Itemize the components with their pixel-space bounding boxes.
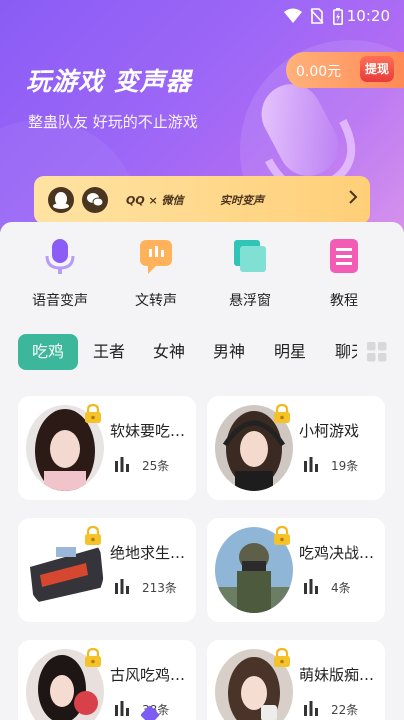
voice-pack-card[interactable]: 吃鸡决战… 4条 (207, 518, 385, 622)
card-title: 萌妹版痴… (299, 666, 375, 684)
menu-item-voice-change[interactable]: 语音变声 (15, 236, 105, 310)
lock-icon (85, 648, 101, 667)
realtime-voice-banner[interactable]: QQ × 微信 实时变声 (34, 176, 370, 224)
hero-banner: 10:20 玩游戏 变声器 整蛊队友 好玩的不止游戏 0.00元 提现 QQ ×… (0, 0, 404, 232)
card-title: 吃鸡决战… (299, 544, 375, 562)
menu-label: 文转声 (135, 293, 177, 309)
tab-chiji[interactable]: 吃鸡 (18, 334, 78, 370)
clock: 10:20 (346, 7, 390, 25)
battery-icon (333, 8, 343, 25)
app-title: 玩游戏 变声器 (26, 67, 192, 96)
bar-chart-icon (304, 579, 318, 594)
card-title: 软妹要吃… (110, 422, 186, 440)
qq-icon (48, 187, 74, 213)
bar-chart-icon (115, 579, 129, 594)
bar-chart-icon (304, 701, 318, 716)
balance-amount: 0.00元 (296, 64, 342, 80)
tab-nvshen[interactable]: 女神 (153, 334, 185, 370)
voice-pack-card[interactable]: 古风吃鸡… 38条 (18, 640, 196, 720)
menu-item-floating-window[interactable]: 悬浮窗 (205, 236, 295, 310)
window-stack-icon (234, 240, 266, 272)
bar-chart-icon (115, 457, 129, 472)
wechat-icon (82, 187, 108, 213)
bar-chart-icon (115, 701, 129, 716)
feature-menu: 语音变声 文转声 悬浮窗 教程 (0, 232, 404, 312)
banner-apps-text: QQ × 微信 (126, 194, 184, 207)
menu-label: 语音变声 (32, 293, 88, 309)
bar-chart-icon (304, 457, 318, 472)
category-tabs: 吃鸡 王者 女神 男神 明星 聊天 (0, 334, 404, 374)
card-title: 绝地求生… (110, 544, 186, 562)
grid-icon[interactable] (367, 342, 387, 362)
wifi-icon (284, 8, 302, 23)
chevron-right-icon (349, 190, 358, 204)
lock-icon (274, 526, 290, 545)
microphone-icon (45, 239, 75, 274)
tab-liaotian[interactable]: 聊天 (335, 334, 357, 370)
lock-icon (274, 648, 290, 667)
card-count: 22条 (331, 703, 359, 717)
card-count: 19条 (331, 459, 359, 473)
tab-nanshen[interactable]: 男神 (213, 334, 245, 370)
app-subtitle: 整蛊队友 好玩的不止游戏 (28, 113, 198, 131)
voice-pack-card[interactable]: 软妹要吃… 25条 (18, 396, 196, 500)
card-title: 古风吃鸡… (110, 666, 186, 684)
lock-icon (274, 404, 290, 423)
withdraw-button[interactable]: 提现 (360, 56, 394, 82)
menu-label: 教程 (330, 293, 358, 309)
menu-label: 悬浮窗 (229, 293, 271, 309)
tab-mingxing[interactable]: 明星 (274, 334, 306, 370)
card-title: 小柯游戏 (299, 422, 360, 440)
lock-icon (85, 526, 101, 545)
no-sim-icon (310, 8, 324, 24)
banner-feature-text: 实时变声 (220, 194, 264, 207)
document-icon (330, 239, 358, 273)
card-count: 4条 (331, 581, 351, 595)
card-count: 25条 (142, 459, 170, 473)
menu-item-text-to-speech[interactable]: 文转声 (111, 236, 201, 310)
tab-wangzhe[interactable]: 王者 (93, 334, 125, 370)
chat-bubble-icon (140, 240, 172, 274)
balance-pill[interactable]: 0.00元 提现 (286, 52, 404, 88)
card-count: 213条 (142, 581, 177, 595)
voice-pack-card[interactable]: 萌妹版痴… 22条 (207, 640, 385, 720)
lock-icon (85, 404, 101, 423)
voice-pack-card[interactable]: 小柯游戏 19条 (207, 396, 385, 500)
menu-item-tutorial[interactable]: 教程 (299, 236, 389, 310)
voice-pack-card[interactable]: 绝地求生… 213条 (18, 518, 196, 622)
status-bar: 10:20 (0, 0, 404, 32)
